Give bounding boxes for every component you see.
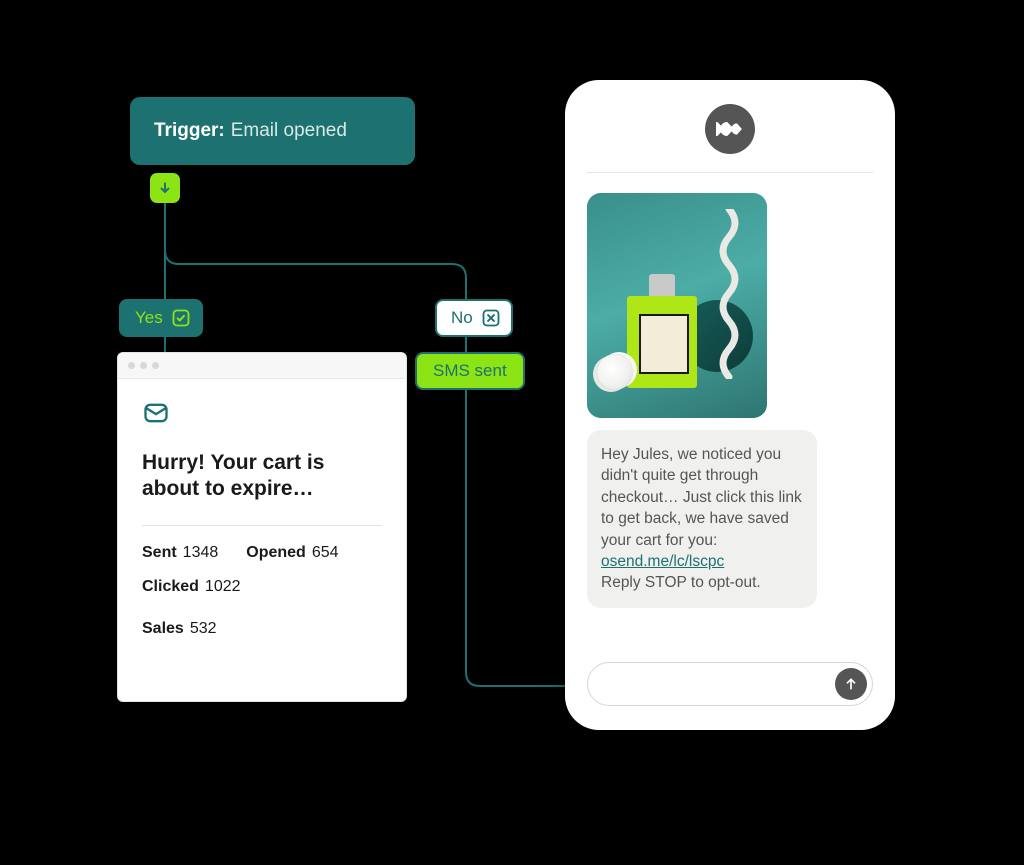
arrow-down-icon — [157, 180, 173, 196]
sms-link[interactable]: osend.me/lc/lscpc — [601, 553, 724, 570]
flow-start-badge — [150, 173, 180, 203]
trigger-node: Trigger: Email opened — [130, 97, 415, 165]
branch-yes-chip: Yes — [119, 299, 203, 337]
product-bottle-shape — [627, 296, 697, 388]
stat-clicked-label: Clicked — [142, 578, 199, 596]
trigger-label-prefix: Trigger: — [154, 120, 225, 142]
divider — [587, 172, 873, 173]
stat-sent-value: 1348 — [183, 544, 219, 562]
divider — [142, 525, 382, 526]
sms-body-post: Reply STOP to opt-out. — [601, 574, 761, 591]
sms-body-pre: Hey Jules, we noticed you didn't quite g… — [601, 446, 802, 549]
stat-sales-value: 532 — [190, 620, 217, 638]
stat-opened: Opened 654 — [246, 544, 338, 562]
email-stats-row2: Sales 532 — [142, 620, 382, 638]
stat-sales: Sales 532 — [142, 620, 217, 638]
decorative-squiggle-icon — [717, 209, 741, 379]
message-input-row — [587, 662, 873, 706]
mail-icon — [142, 399, 170, 427]
stat-sent: Sent 1348 — [142, 544, 218, 562]
email-stats: Sent 1348 Opened 654 Clicked 1022 — [142, 544, 382, 596]
email-subject: Hurry! Your cart is about to expire… — [142, 450, 382, 503]
stat-opened-label: Opened — [246, 544, 306, 562]
email-preview-card: Hurry! Your cart is about to expire… Sen… — [117, 352, 407, 702]
stat-sent-label: Sent — [142, 544, 177, 562]
sms-sent-chip: SMS sent — [415, 352, 525, 390]
send-button[interactable] — [835, 668, 867, 700]
sms-image-bubble — [587, 193, 767, 418]
phone-mockup: Hey Jules, we noticed you didn't quite g… — [565, 80, 895, 730]
window-titlebar — [118, 353, 406, 379]
branch-no-label: No — [451, 308, 473, 328]
stat-clicked-value: 1022 — [205, 578, 241, 596]
brand-logo-icon — [716, 118, 744, 140]
arrow-up-icon — [843, 676, 859, 692]
stat-opened-value: 654 — [312, 544, 339, 562]
stat-sales-label: Sales — [142, 620, 184, 638]
x-square-icon — [481, 308, 501, 328]
sms-sent-label: SMS sent — [433, 361, 507, 381]
product-flower-shape — [597, 354, 633, 390]
trigger-label: Email opened — [231, 120, 347, 142]
branch-yes-label: Yes — [135, 308, 163, 328]
contact-avatar — [705, 104, 755, 154]
branch-no-chip: No — [435, 299, 513, 337]
message-input[interactable] — [587, 662, 873, 706]
sms-text-bubble: Hey Jules, we noticed you didn't quite g… — [587, 430, 817, 608]
stat-clicked: Clicked 1022 — [142, 578, 241, 596]
check-square-icon — [171, 308, 191, 328]
